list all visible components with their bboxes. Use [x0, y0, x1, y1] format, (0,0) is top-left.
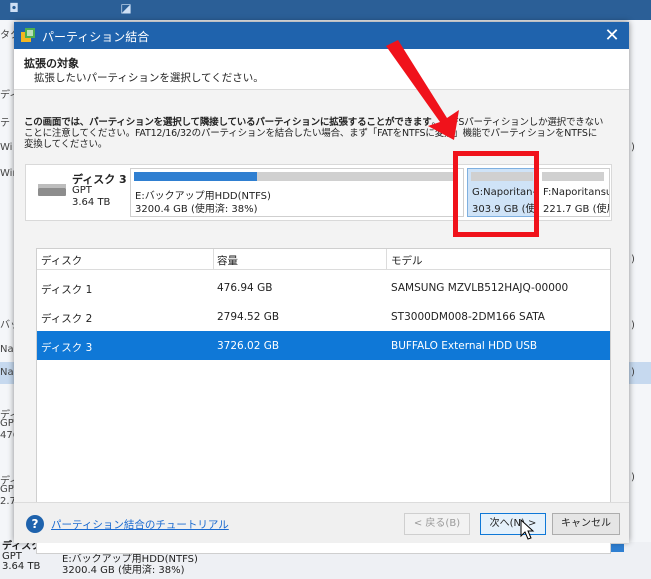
- mouse-cursor-icon: [520, 518, 535, 540]
